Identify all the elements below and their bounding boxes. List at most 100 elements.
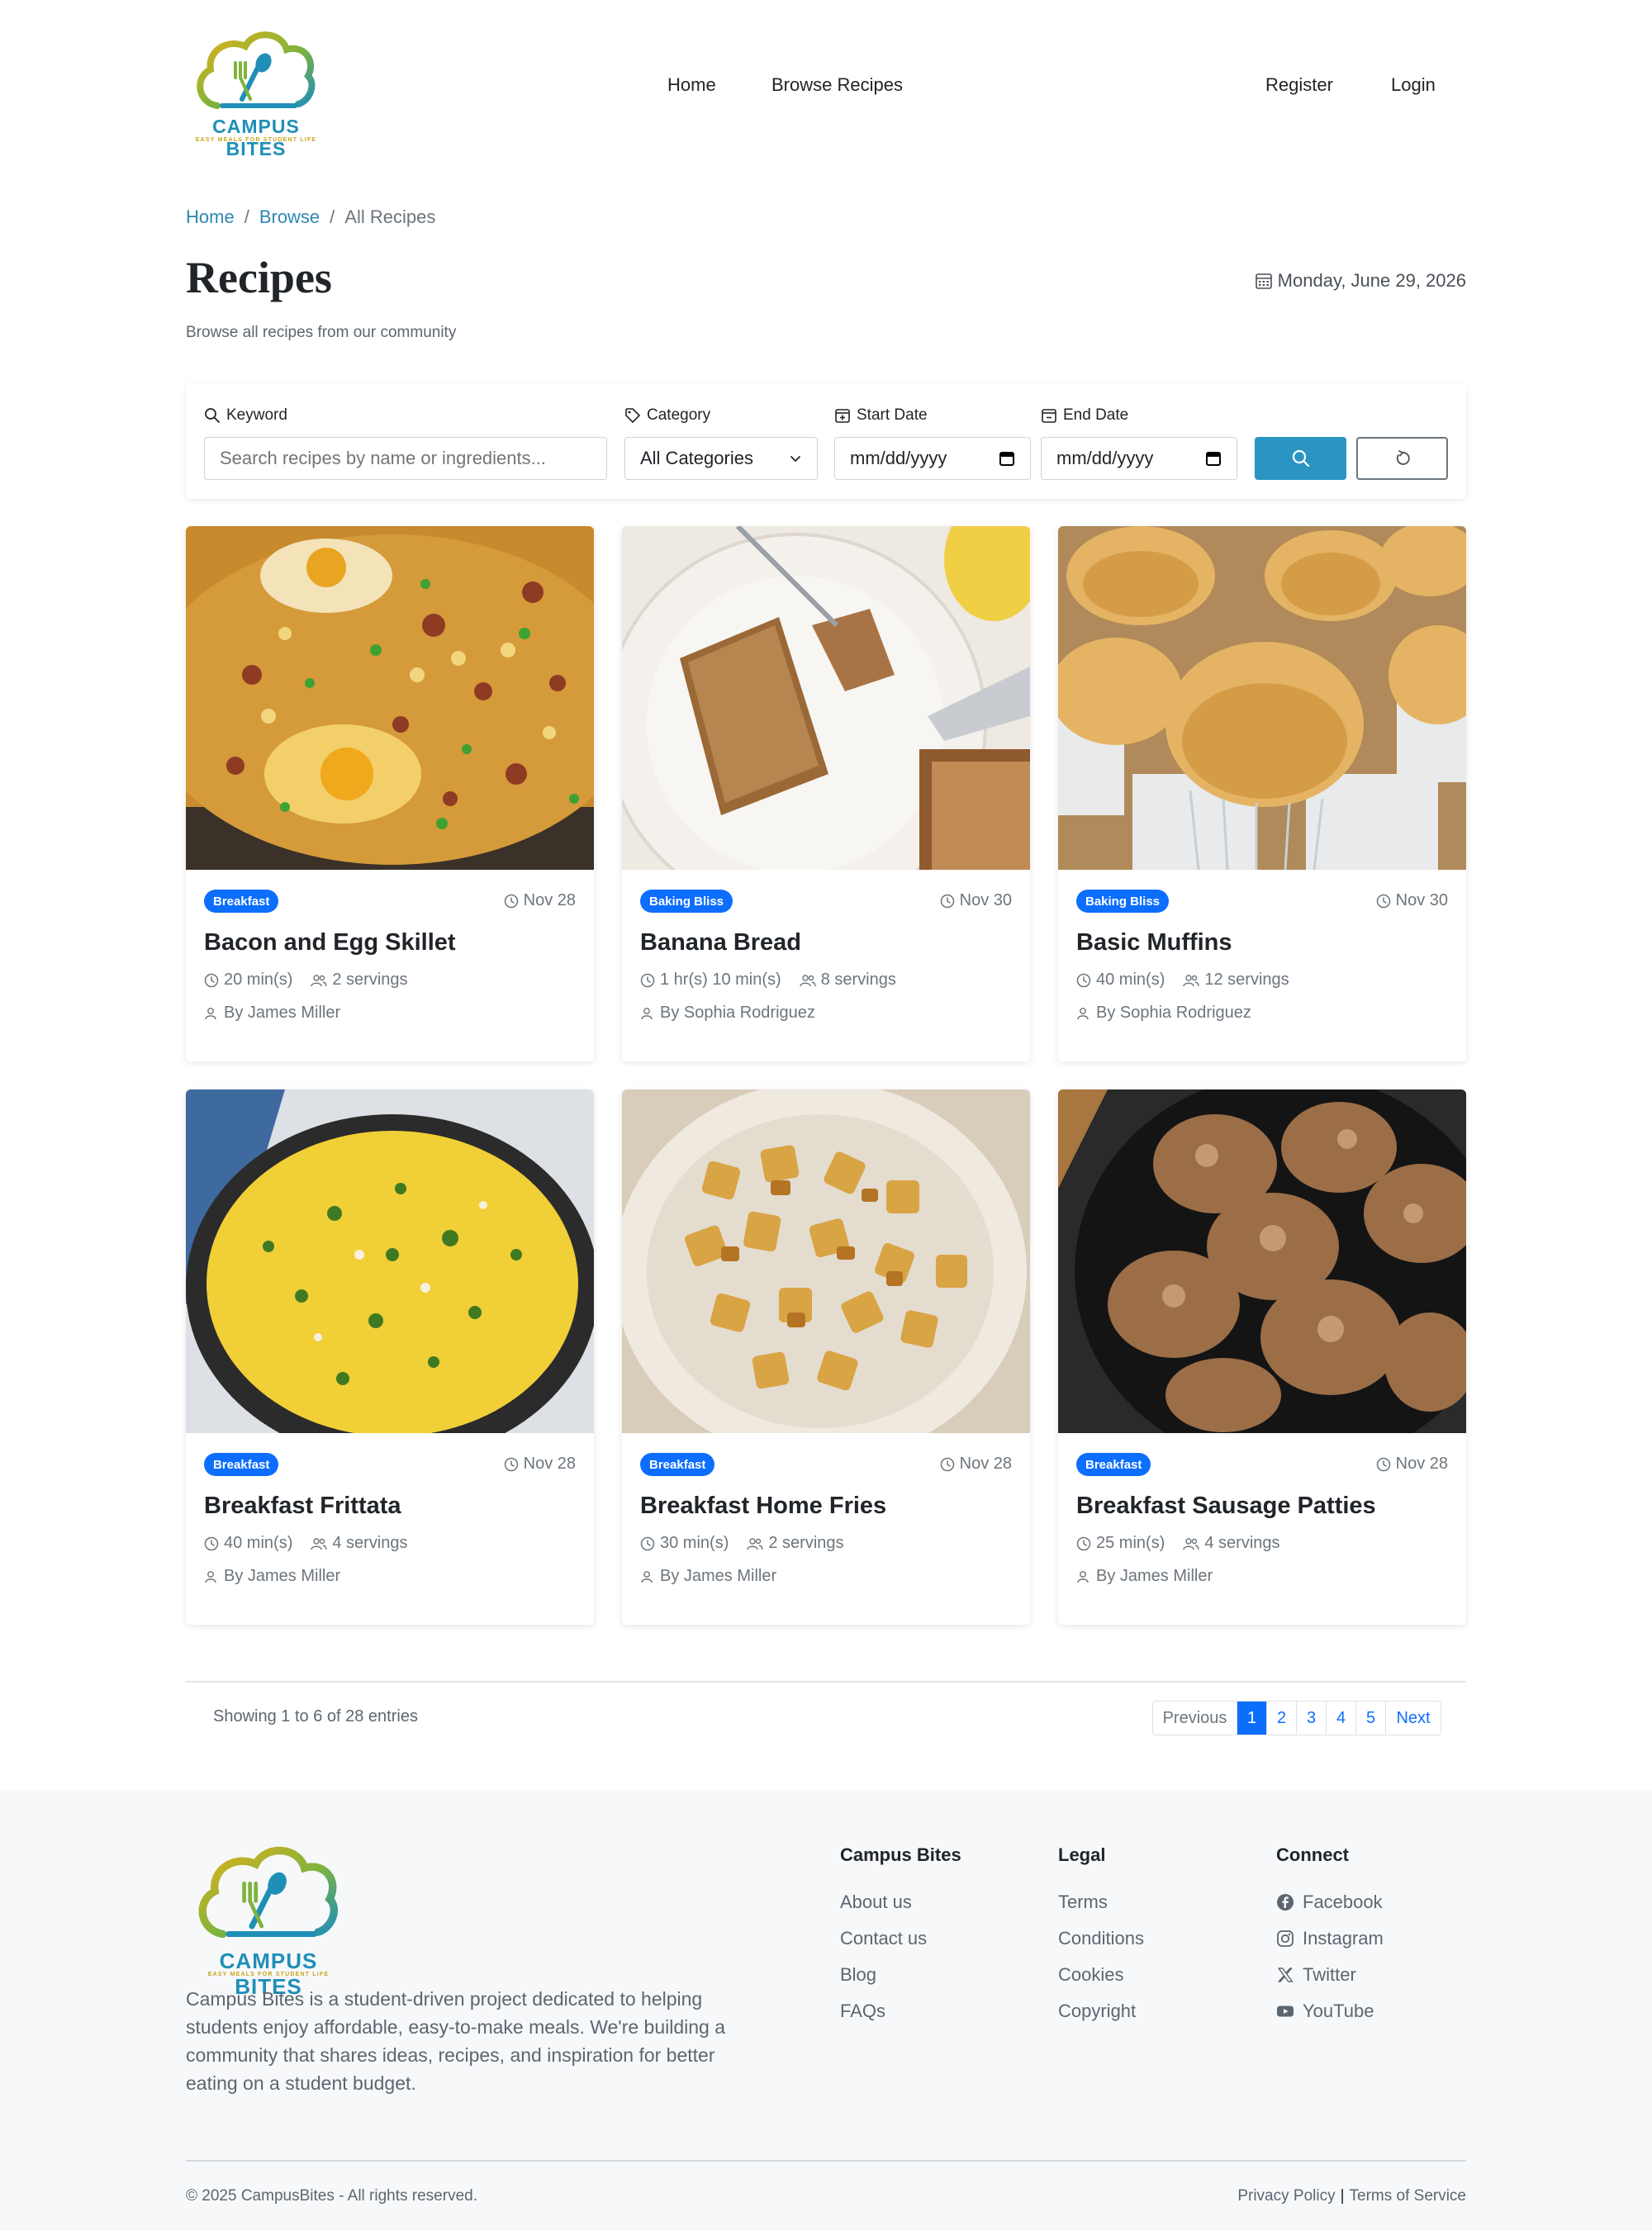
divider xyxy=(186,1681,1466,1683)
recipe-card[interactable]: Baking Bliss Nov 30 Banana Bread 1 hr(s)… xyxy=(622,526,1030,1061)
recipe-title[interactable]: Breakfast Frittata xyxy=(204,1493,401,1520)
chevron-down-icon xyxy=(790,456,800,462)
recipe-date: Nov 28 xyxy=(1376,1455,1448,1474)
recipe-servings: 12 servings xyxy=(1183,971,1289,990)
privacy-policy-link[interactable]: Privacy Policy xyxy=(1237,2187,1335,2205)
recipe-servings: 4 servings xyxy=(1183,1534,1280,1553)
recipe-image-breakfast-sausage-patties xyxy=(1058,1089,1466,1433)
start-date-label: Start Date xyxy=(834,406,928,425)
chef-hat-logo-icon xyxy=(197,31,316,109)
footer-brand-tagline: EASY MEALS FOR STUDENT LIFE xyxy=(207,1972,330,1977)
calendar-picker-icon[interactable] xyxy=(1205,450,1222,467)
user-icon xyxy=(1077,1007,1089,1019)
recipe-author: By Sophia Rodriguez xyxy=(1076,1004,1251,1023)
breadcrumb-browse[interactable]: Browse xyxy=(259,206,320,227)
pagination-page-3[interactable]: 3 xyxy=(1297,1702,1327,1735)
search-icon xyxy=(205,408,220,423)
recipe-time: 1 hr(s) 10 min(s) xyxy=(640,971,781,990)
recipe-title[interactable]: Bacon and Egg Skillet xyxy=(204,929,456,956)
footer-link-twitter[interactable]: Twitter xyxy=(1276,1957,1384,1993)
recipe-card[interactable]: Breakfast Nov 28 Breakfast Home Fries 30… xyxy=(622,1089,1030,1625)
footer-link-cookies[interactable]: Cookies xyxy=(1058,1957,1144,1993)
category-label-text: Category xyxy=(647,406,711,424)
search-icon xyxy=(1292,449,1309,468)
user-icon xyxy=(205,1007,216,1019)
recipe-title[interactable]: Basic Muffins xyxy=(1076,929,1232,956)
tag-icon xyxy=(625,408,640,423)
footer-link-youtube[interactable]: YouTube xyxy=(1276,1993,1384,2029)
clock-icon xyxy=(1376,1457,1390,1471)
search-button[interactable] xyxy=(1255,437,1346,480)
keyword-label: Keyword xyxy=(204,406,287,425)
footer-link-contact[interactable]: Contact us xyxy=(840,1920,961,1957)
pagination-previous[interactable]: Previous xyxy=(1153,1702,1237,1735)
nav-browse-recipes-link[interactable]: Browse Recipes xyxy=(771,74,903,96)
recipe-servings-text: 4 servings xyxy=(332,1534,408,1552)
recipe-date-text: Nov 28 xyxy=(959,1455,1012,1473)
recipe-time: 25 min(s) xyxy=(1076,1534,1165,1553)
pagination: Previous 1 2 3 4 5 Next xyxy=(1152,1701,1441,1735)
recipe-title[interactable]: Breakfast Sausage Patties xyxy=(1076,1493,1376,1520)
clock-icon xyxy=(940,1457,954,1471)
nav-register-link[interactable]: Register xyxy=(1265,74,1333,96)
pagination-page-5[interactable]: 5 xyxy=(1356,1702,1386,1735)
terms-of-service-link[interactable]: Terms of Service xyxy=(1350,2187,1466,2205)
recipe-time-text: 20 min(s) xyxy=(224,971,293,989)
site-header: CAMPUS BITES EASY MEALS FOR STUDENT LIFE… xyxy=(0,0,1652,177)
user-icon xyxy=(641,1007,653,1019)
calendar-picker-icon[interactable] xyxy=(999,450,1015,467)
footer-column-connect: Connect Facebook Instagram Twitter YouTu… xyxy=(1276,1844,1384,2029)
keyword-search-input[interactable] xyxy=(204,437,607,480)
people-icon xyxy=(311,1537,328,1550)
recipe-author: By James Miller xyxy=(1076,1567,1213,1586)
recipe-date-text: Nov 28 xyxy=(523,1455,576,1473)
footer-link-blog[interactable]: Blog xyxy=(840,1957,961,1993)
pagination-page-1[interactable]: 1 xyxy=(1237,1702,1267,1735)
pagination-page-2[interactable]: 2 xyxy=(1267,1702,1297,1735)
category-select[interactable]: All Categories xyxy=(624,437,818,480)
footer-link-terms[interactable]: Terms xyxy=(1058,1884,1144,1920)
start-date-input[interactable]: mm/dd/yyyy xyxy=(834,437,1031,480)
nav-home-link[interactable]: Home xyxy=(667,74,716,96)
recipe-title[interactable]: Banana Bread xyxy=(640,929,801,956)
recipe-servings: 2 servings xyxy=(311,971,408,990)
pagination-page-4[interactable]: 4 xyxy=(1327,1702,1356,1735)
end-date-input[interactable]: mm/dd/yyyy xyxy=(1041,437,1237,480)
recipe-title[interactable]: Breakfast Home Fries xyxy=(640,1493,886,1520)
footer-link-facebook[interactable]: Facebook xyxy=(1276,1884,1384,1920)
footer-brand-logo[interactable]: CAMPUS BITES EASY MEALS FOR STUDENT LIFE xyxy=(186,1843,351,1999)
recipe-card[interactable]: Breakfast Nov 28 Bacon and Egg Skillet 2… xyxy=(186,526,594,1061)
recipe-date: Nov 28 xyxy=(504,1455,576,1474)
footer-link-conditions[interactable]: Conditions xyxy=(1058,1920,1144,1957)
instagram-icon xyxy=(1277,1930,1294,1947)
recipe-card[interactable]: Breakfast Nov 28 Breakfast Sausage Patti… xyxy=(1058,1089,1466,1625)
footer-link-copyright[interactable]: Copyright xyxy=(1058,1993,1144,2029)
recipe-image-breakfast-home-fries xyxy=(622,1089,1030,1433)
user-icon xyxy=(1077,1570,1089,1583)
end-date-label: End Date xyxy=(1041,406,1128,425)
footer-legal-links: Privacy Policy | Terms of Service xyxy=(1237,2187,1466,2205)
end-date-label-text: End Date xyxy=(1063,406,1129,424)
recipe-meta: 40 min(s) 12 servings xyxy=(1076,971,1308,990)
recipe-card[interactable]: Baking Bliss Nov 30 Basic Muffins 40 min… xyxy=(1058,526,1466,1061)
recipe-meta: 30 min(s) 2 servings xyxy=(640,1534,862,1553)
reset-filters-button[interactable] xyxy=(1356,437,1448,480)
nav-login-link[interactable]: Login xyxy=(1391,74,1436,96)
footer-column-campus-bites: Campus Bites About us Contact us Blog FA… xyxy=(840,1844,961,2029)
footer-column-title: Campus Bites xyxy=(840,1844,961,1865)
footer-link-instagram[interactable]: Instagram xyxy=(1276,1920,1384,1957)
page-title: Recipes xyxy=(186,253,332,302)
brand-logo[interactable]: CAMPUS BITES EASY MEALS FOR STUDENT LIFE xyxy=(186,30,326,159)
recipe-servings-text: 12 servings xyxy=(1204,971,1289,989)
clock-icon xyxy=(504,1457,518,1471)
recipe-card[interactable]: Breakfast Nov 28 Breakfast Frittata 40 m… xyxy=(186,1089,594,1625)
pagination-next[interactable]: Next xyxy=(1386,1702,1441,1735)
recipe-servings: 2 servings xyxy=(747,1534,844,1553)
footer-link-faqs[interactable]: FAQs xyxy=(840,1993,961,2029)
reset-icon xyxy=(1396,450,1410,465)
user-icon xyxy=(205,1570,216,1583)
footer-link-about[interactable]: About us xyxy=(840,1884,961,1920)
breadcrumb-separator: / xyxy=(244,206,249,227)
recipe-author: By James Miller xyxy=(204,1567,340,1586)
breadcrumb-home[interactable]: Home xyxy=(186,206,235,227)
